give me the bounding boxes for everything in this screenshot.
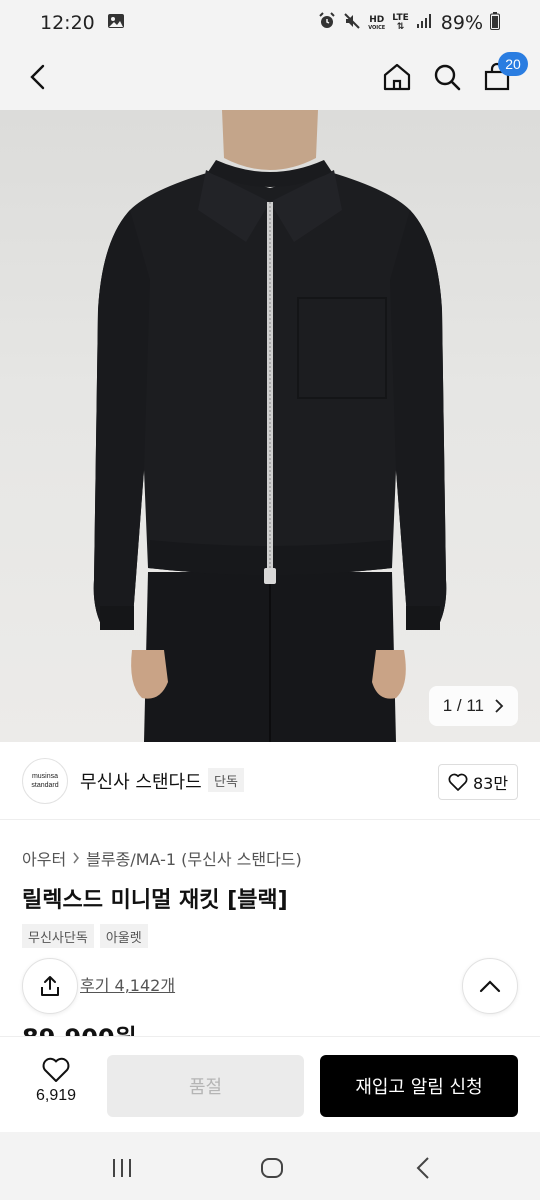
image-counter[interactable]: 1 / 11 — [428, 686, 518, 726]
brand-logo-line2: standard — [31, 782, 59, 789]
heart-icon — [42, 1057, 70, 1082]
signal-icon — [416, 12, 434, 34]
data-arrows-icon: ⇅ — [396, 22, 405, 32]
restock-alert-button[interactable]: 재입고 알림 신청 — [320, 1055, 518, 1117]
review-link[interactable]: 후기 4,142개 — [80, 972, 175, 996]
home-system-button[interactable] — [242, 1148, 302, 1188]
home-circle-icon — [261, 1158, 283, 1178]
home-button[interactable] — [374, 54, 420, 100]
cart-count-badge: 20 — [498, 52, 528, 76]
system-nav-bar — [0, 1132, 540, 1200]
system-back-button[interactable] — [394, 1148, 454, 1188]
brand-name[interactable]: 무신사 스탠다드 — [80, 768, 202, 794]
chip-outlet: 아울렛 — [99, 924, 148, 948]
back-button[interactable] — [16, 54, 62, 100]
home-icon — [383, 63, 411, 91]
brand-like-count: 83만 — [472, 774, 509, 793]
cart-button[interactable]: 20 — [474, 52, 528, 100]
lte-indicator: LTE ⇅ — [392, 14, 409, 32]
image-counter-text: 1 / 11 — [442, 696, 484, 715]
search-button[interactable] — [424, 54, 470, 100]
search-icon — [434, 64, 461, 91]
product-chips: 무신사단독 아울렛 — [22, 924, 148, 948]
brand-row: musinsa standard 무신사 스탠다드 단독 83만 — [0, 742, 540, 820]
chevron-right-icon — [495, 699, 504, 713]
back-arrow-icon — [30, 64, 45, 90]
recent-apps-icon — [113, 1159, 131, 1177]
wishlist-button[interactable]: 6,919 — [22, 1057, 90, 1105]
brand-exclusive-tag: 단독 — [208, 768, 244, 792]
wishlist-count: 6,919 — [35, 1087, 77, 1104]
share-icon — [41, 976, 59, 996]
gallery-notification-icon — [107, 12, 125, 34]
status-left: 12:20 — [40, 12, 125, 34]
back-chevron-icon — [416, 1157, 429, 1179]
heart-icon — [448, 773, 468, 791]
product-image-carousel[interactable]: 1 / 11 — [0, 110, 540, 742]
alarm-icon — [318, 11, 336, 35]
app-header: 20 — [0, 46, 540, 110]
hd-label: HD — [369, 14, 385, 25]
recent-apps-button[interactable] — [92, 1148, 152, 1188]
brand-logo-line1: musinsa — [31, 773, 59, 780]
hd-voice-indicator: HD VOICE — [368, 14, 386, 31]
battery-percent: 89% — [440, 12, 483, 34]
scroll-top-button[interactable] — [462, 958, 518, 1014]
product-price: 89,900원 — [22, 1018, 137, 1036]
status-right: HD VOICE LTE ⇅ 89% — [318, 11, 500, 35]
product-title: 릴렉스드 미니멀 재킷 [블랙] — [22, 888, 288, 913]
brand-logo[interactable]: musinsa standard — [22, 758, 68, 804]
breadcrumb: 아우터 블루종/MA-1 (무신사 스탠다드) — [22, 846, 302, 870]
breadcrumb-separator-icon — [72, 849, 80, 868]
breadcrumb-category[interactable]: 아우터 — [22, 846, 66, 870]
product-photo-jacket — [93, 110, 447, 742]
mute-icon — [343, 12, 361, 35]
breadcrumb-subcategory[interactable]: 블루종/MA-1 (무신사 스탠다드) — [86, 846, 302, 870]
status-time: 12:20 — [40, 12, 95, 34]
battery-icon — [490, 11, 500, 35]
chip-exclusive: 무신사단독 — [22, 924, 94, 948]
chevron-up-icon — [479, 980, 501, 993]
brand-like-button[interactable]: 83만 — [438, 764, 518, 800]
share-button[interactable] — [22, 958, 78, 1014]
status-bar: 12:20 HD VOICE LTE ⇅ 89% — [0, 0, 540, 46]
bottom-action-bar: 6,919 품절 재입고 알림 신청 — [0, 1036, 540, 1132]
soldout-button[interactable]: 품절 — [107, 1055, 304, 1117]
voice-label: VOICE — [368, 24, 386, 31]
